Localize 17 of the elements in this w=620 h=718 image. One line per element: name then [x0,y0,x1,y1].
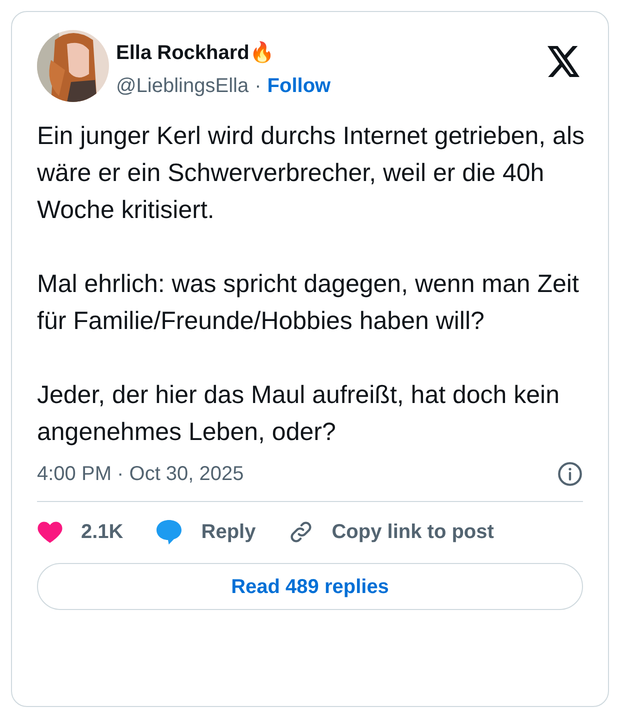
post-timestamp: 4:00 PM · Oct 30, 2025 [37,462,244,487]
x-logo-icon[interactable] [547,46,581,77]
post-text: Mal ehrlich: was spricht dagegen, wenn man Zeit für Familie/Freunde/Hobbies haben will? [37,269,580,337]
speech-bubble-icon [155,519,184,545]
author-handle: @LieblingsElla [116,74,249,99]
post-text: Jeder, der hier das Maul aufreißt, hat doch kein angenehmes Leben, oder? [37,380,561,448]
like-button[interactable]: 2.1K [37,517,124,547]
follow-link[interactable]: Follow [267,72,331,100]
info-icon[interactable] [557,461,583,487]
copy-link-button[interactable]: Copy link to post [288,517,494,547]
read-replies-button[interactable]: Read 489 replies [37,563,583,610]
separator-dot: · [254,74,262,99]
reply-button[interactable]: Reply [155,517,256,547]
author-name: Ella Rockhard🔥 [116,40,276,66]
heart-icon [37,520,63,544]
link-icon [288,519,314,545]
post-text: Ein junger Kerl wird durchs Internet getrieben, als wäre er ein Schwerverbrecher, weil er die 40h Woche kritisiert. [37,121,585,226]
